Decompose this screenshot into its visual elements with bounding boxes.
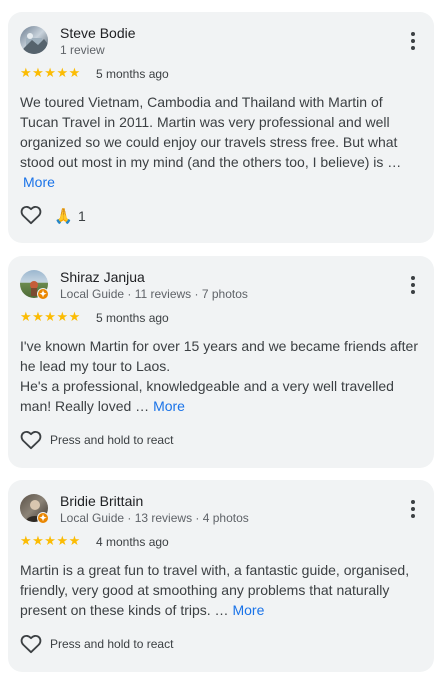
reviewer-meta: Local Guide · 11 reviews · 7 photos xyxy=(60,287,248,301)
review-card: ✦ Shiraz Janjua Local Guide · 11 reviews… xyxy=(8,256,434,468)
local-guide-badge-icon: ✦ xyxy=(37,288,49,300)
review-text: I've known Martin for over 15 years and … xyxy=(20,336,418,416)
reaction-count: 1 xyxy=(78,208,86,224)
reviewer-name[interactable]: Shiraz Janjua xyxy=(60,269,145,285)
heart-outline-icon[interactable] xyxy=(20,205,42,225)
heart-outline-icon[interactable] xyxy=(20,634,42,654)
reviewer-meta: Local Guide · 13 reviews · 4 photos xyxy=(60,511,249,525)
local-guide-badge-icon: ✦ xyxy=(37,512,49,524)
reviewer-meta: 1 review xyxy=(60,43,105,57)
review-body-line: I've known Martin for over 15 years and … xyxy=(20,338,418,374)
reviewer-name[interactable]: Bridie Brittain xyxy=(60,493,143,509)
review-body: Martin is a great fun to travel with, a … xyxy=(20,562,410,618)
review-body-line: He's a professional, knowledgeable and a… xyxy=(20,378,394,414)
reaction-emoji[interactable]: 🙏 xyxy=(54,207,73,225)
more-link[interactable]: More xyxy=(23,174,55,190)
more-vert-icon[interactable] xyxy=(410,32,416,52)
review-text: We toured Vietnam, Cambodia and Thailand… xyxy=(20,92,418,192)
more-vert-icon[interactable] xyxy=(410,500,416,520)
more-link[interactable]: More xyxy=(232,602,264,618)
avatar-photo-icon xyxy=(20,33,48,54)
review-card: Steve Bodie 1 review ★★★★★ 5 months ago … xyxy=(8,12,434,243)
review-date: 5 months ago xyxy=(96,311,169,325)
avatar[interactable] xyxy=(20,26,48,54)
star-rating: ★★★★★ xyxy=(20,309,81,324)
react-hint: Press and hold to react xyxy=(50,637,174,651)
review-card: ✦ Bridie Brittain Local Guide · 13 revie… xyxy=(8,480,434,672)
heart-outline-icon[interactable] xyxy=(20,430,42,450)
review-text: Martin is a great fun to travel with, a … xyxy=(20,560,418,620)
more-link[interactable]: More xyxy=(153,398,185,414)
react-hint: Press and hold to react xyxy=(50,433,174,447)
more-vert-icon[interactable] xyxy=(410,276,416,296)
star-rating: ★★★★★ xyxy=(20,65,81,80)
review-body: We toured Vietnam, Cambodia and Thailand… xyxy=(20,94,402,170)
review-date: 5 months ago xyxy=(96,67,169,81)
reviewer-name[interactable]: Steve Bodie xyxy=(60,25,136,41)
review-date: 4 months ago xyxy=(96,535,169,549)
star-rating: ★★★★★ xyxy=(20,533,81,548)
